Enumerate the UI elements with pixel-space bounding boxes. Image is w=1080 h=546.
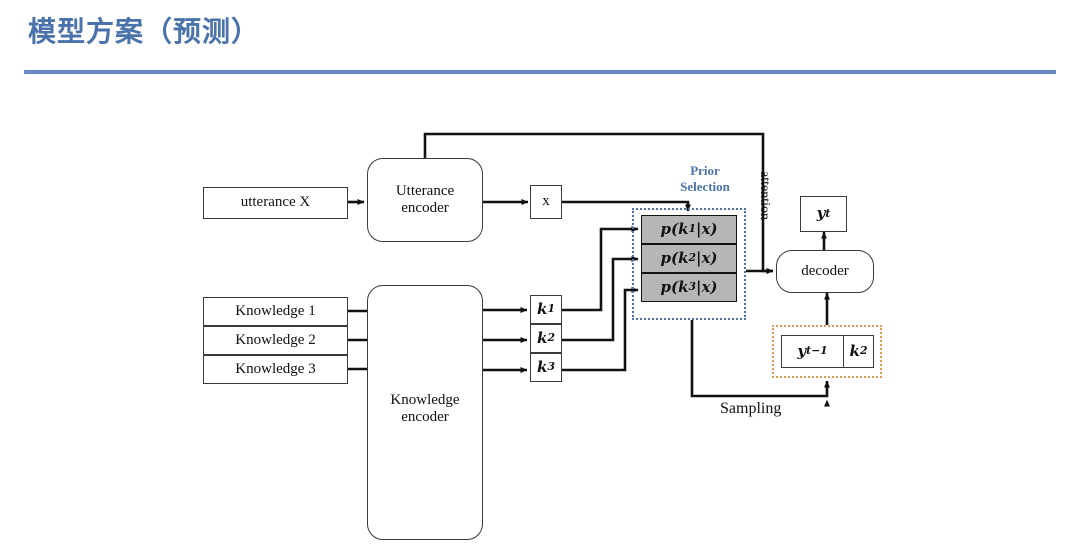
utterance-input-label: utterance X [240,194,311,211]
prior-prob-cell-1-sub: 1 [688,222,696,236]
output-token-subscript: t [825,206,831,220]
k3-vector-label: k [537,357,548,376]
k3-vector-box[interactable]: k3 [530,353,562,382]
selected-knowledge-subscript: 2 [859,344,868,358]
knowledge-encoder-label-line1: Knowledge [390,392,460,408]
prior-prob-cell-3-head: p(k [660,277,689,296]
model-architecture-diagram: utterance X Knowledge 1 Knowledge 2 Know… [0,0,1080,546]
k2-vector-subscript: 2 [547,331,555,345]
prior-prob-cell-1-tail: |x) [696,219,718,238]
prior-selection-title-line1: Prior [690,163,720,178]
prior-selection-title: Prior Selection [663,163,747,196]
selected-knowledge-head: k [849,341,860,360]
previous-token-subscript: t−1 [806,344,828,358]
prior-prob-cell-1-head: p(k [660,219,689,238]
output-token-box[interactable]: yt [800,196,847,232]
previous-token-head: y [797,341,807,360]
utterance-encoder-label-line2: encoder [401,200,449,216]
knowledge-item-3-label: Knowledge 3 [235,360,316,377]
prior-prob-cell-2-sub: 2 [688,251,696,265]
k2-vector-label: k [537,328,548,347]
k3-vector-subscript: 3 [547,360,555,374]
output-token-head: y [816,204,826,223]
knowledge-item-2-label: Knowledge 2 [235,331,316,348]
attention-edge-label: attention [757,171,772,220]
edge-k1-to-pk1 [562,226,639,312]
knowledge-encoder-box[interactable]: Knowledge encoder [367,285,483,540]
k1-vector-label: k [537,299,548,318]
x-vector-label: x [542,193,550,210]
prior-prob-cell-1[interactable]: p(k 1 |x) [641,215,737,244]
knowledge-item-2[interactable]: Knowledge 2 [203,326,348,355]
prior-prob-cell-2-tail: |x) [696,248,718,267]
knowledge-item-1-label: Knowledge 1 [235,302,316,319]
decoder-label: decoder [801,262,849,279]
prior-prob-cell-2-head: p(k [660,248,689,267]
prior-prob-cell-3-tail: |x) [696,277,718,296]
sampling-edge-label: Sampling [720,400,782,417]
prior-prob-cell-3[interactable]: p(k 3 |x) [641,273,737,302]
utterance-input-box[interactable]: utterance X [203,187,348,219]
k2-vector-box[interactable]: k2 [530,324,562,353]
previous-token-box[interactable]: y t−1 [781,335,844,368]
k1-vector-box[interactable]: k1 [530,295,562,324]
k1-vector-subscript: 1 [547,302,555,316]
knowledge-item-3[interactable]: Knowledge 3 [203,355,348,384]
prior-prob-cell-2[interactable]: p(k 2 |x) [641,244,737,273]
prior-prob-cell-3-sub: 3 [688,280,696,294]
diagram-connectors [348,132,830,407]
prior-selection-title-line2: Selection [680,179,730,195]
x-vector-box[interactable]: x [530,185,562,219]
selected-knowledge-box[interactable]: k2 [843,335,874,368]
decoder-box[interactable]: decoder [776,250,874,293]
utterance-encoder-label-line1: Utterance [395,182,455,199]
utterance-encoder-box[interactable]: Utterance encoder [367,158,483,242]
knowledge-encoder-label-line2: encoder [401,409,449,426]
knowledge-item-1[interactable]: Knowledge 1 [203,297,348,326]
